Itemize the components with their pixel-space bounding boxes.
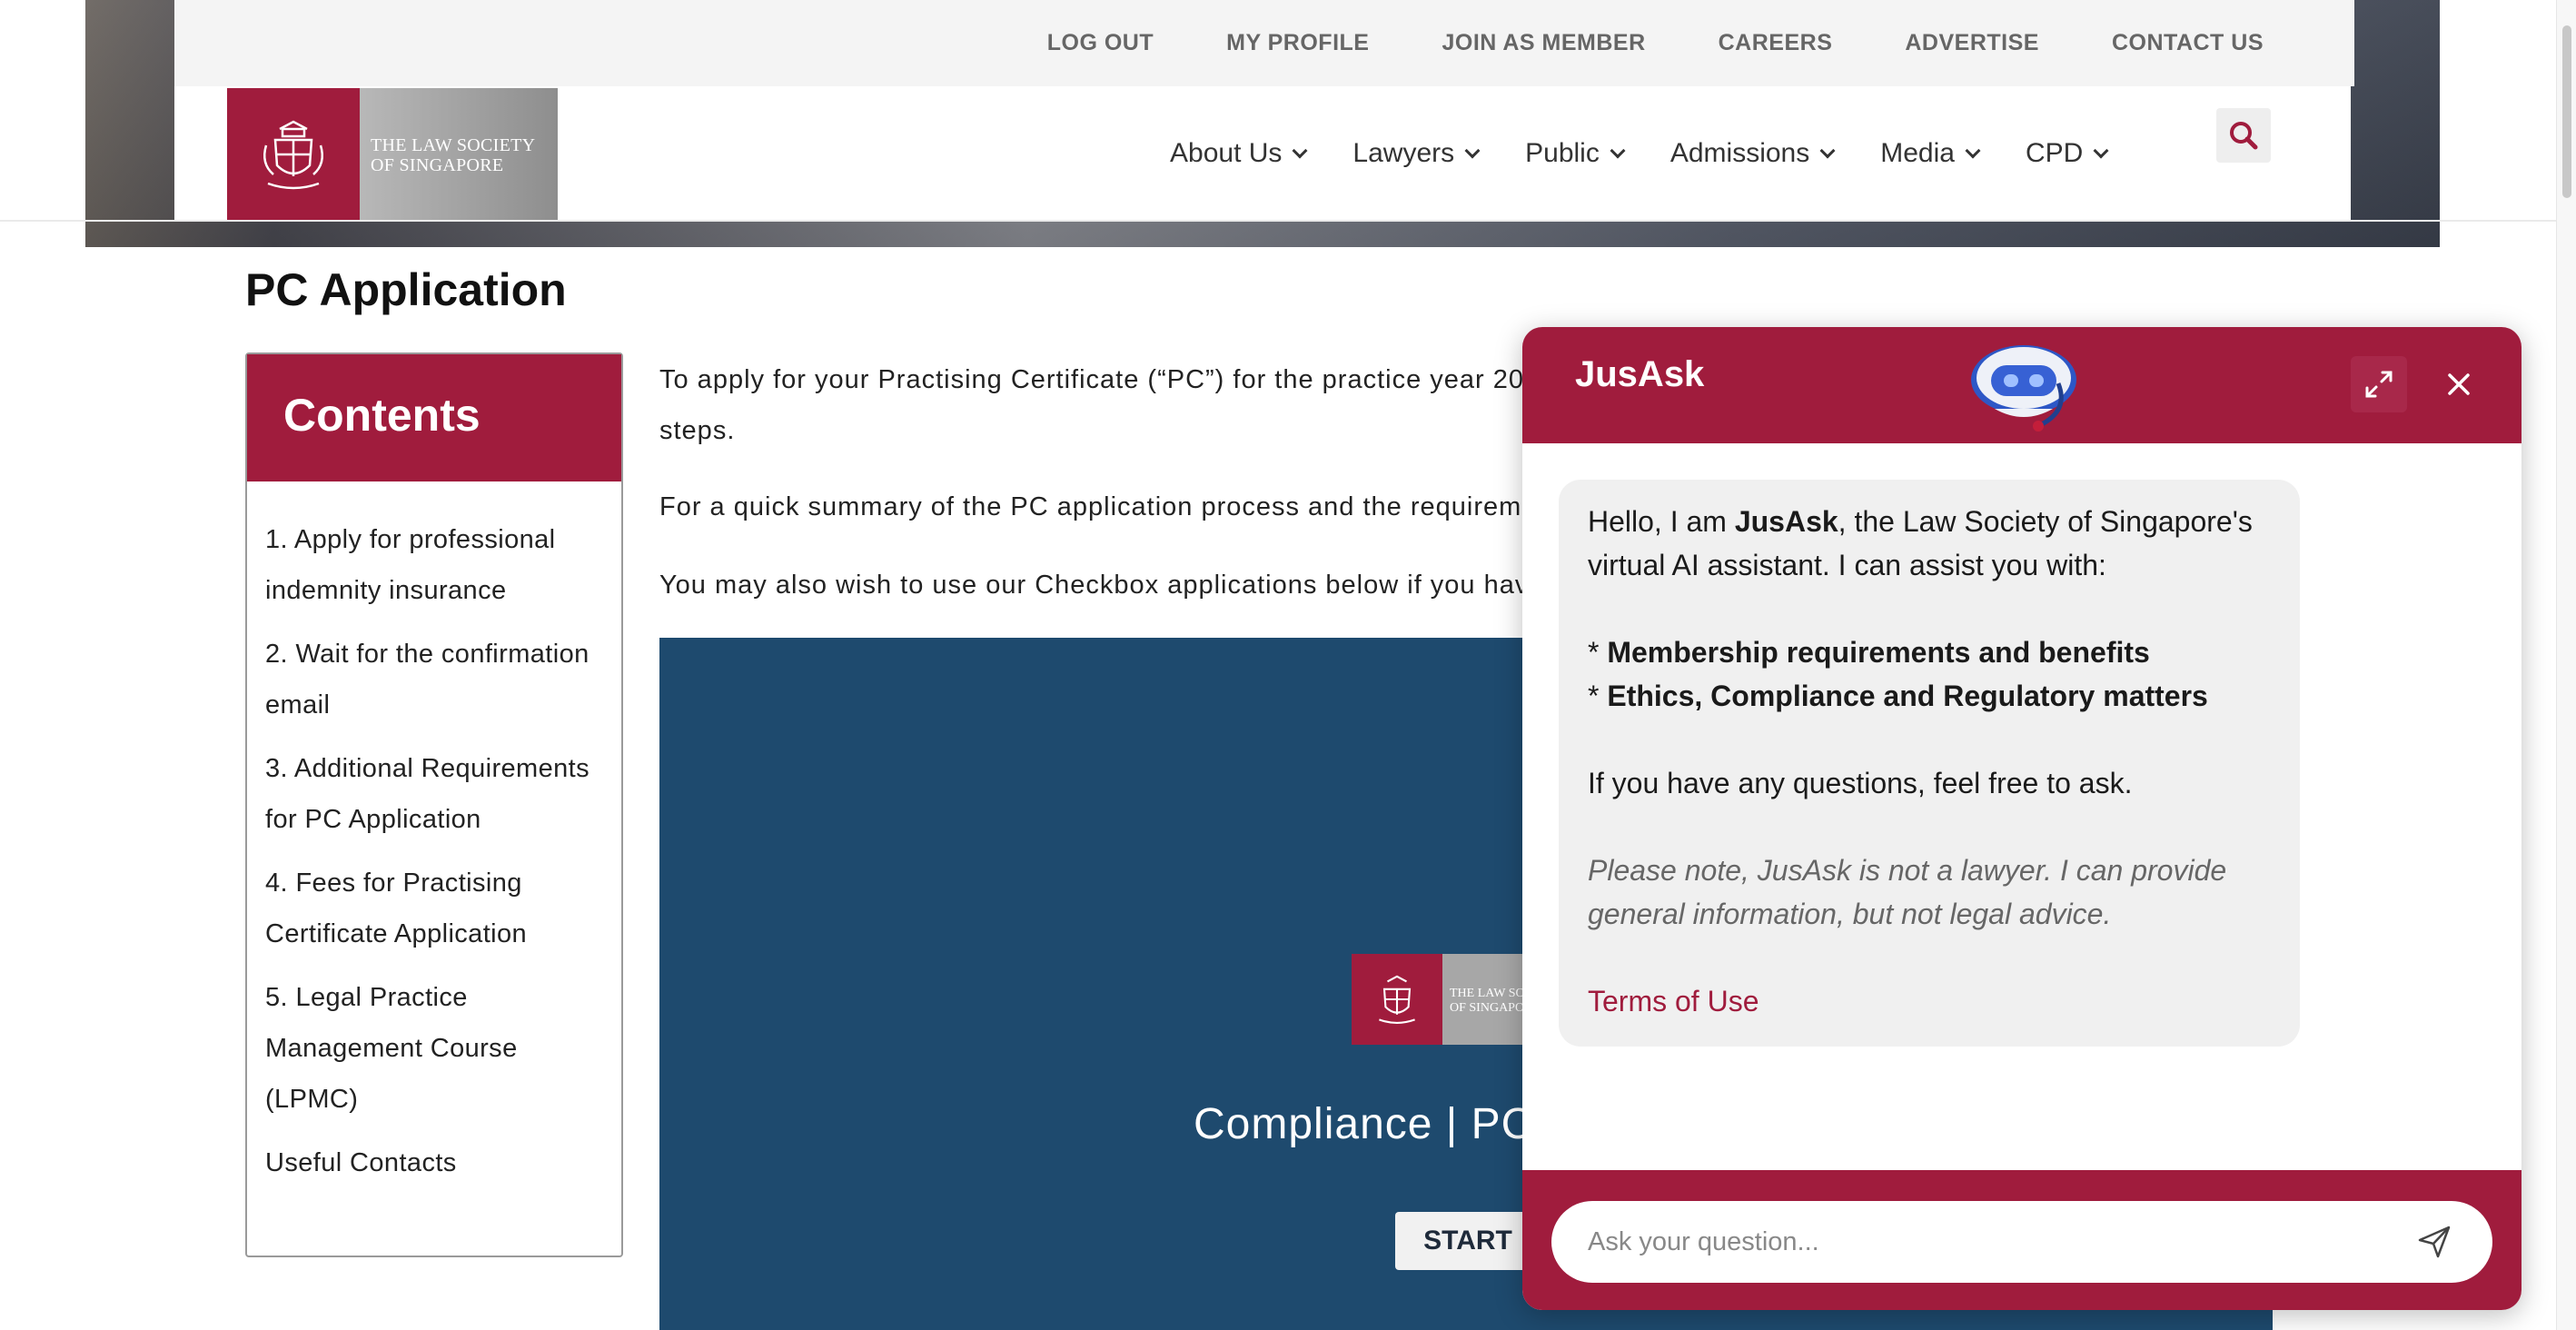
advertise-link[interactable]: ADVERTISE — [1905, 30, 2039, 56]
utility-nav: LOG OUT MY PROFILE JOIN AS MEMBER CAREER… — [174, 0, 2354, 86]
bullet-item: * Membership requirements and benefits — [1588, 636, 2150, 669]
chevron-down-icon — [1965, 143, 1981, 158]
nav-media[interactable]: Media — [1880, 137, 1981, 169]
bullet-ethics: Ethics, Compliance and Regulatory matter… — [1607, 680, 2208, 712]
ask-text: If you have any questions, feel free to … — [1588, 767, 2133, 799]
nav-public[interactable]: Public — [1525, 137, 1626, 169]
nav-about-us[interactable]: About Us — [1170, 137, 1308, 169]
nav-cpd[interactable]: CPD — [2025, 137, 2109, 169]
chat-title: JusAsk — [1575, 354, 1705, 394]
crest-icon — [1352, 954, 1442, 1045]
page-scrollbar[interactable] — [2556, 0, 2576, 1330]
chevron-down-icon — [1464, 143, 1481, 158]
chevron-down-icon — [1610, 143, 1626, 158]
main-nav: THE LAW SOCIETY OF SINGAPORE About Us La… — [174, 86, 2351, 220]
nav-label: Media — [1880, 137, 1955, 168]
panel-title: Compliance | PC — [1194, 1100, 1534, 1148]
terms-of-use-link[interactable]: Terms of Use — [1588, 979, 2271, 1023]
chat-input-bar — [1522, 1170, 2522, 1310]
expand-chat-button[interactable] — [2351, 356, 2407, 412]
logo-line-2: OF SINGAPORE — [371, 155, 504, 175]
my-profile-link[interactable]: MY PROFILE — [1226, 30, 1369, 56]
join-as-member-link[interactable]: JOIN AS MEMBER — [1442, 30, 1645, 56]
bullet-membership: Membership requirements and benefits — [1607, 636, 2150, 669]
contact-us-link[interactable]: CONTACT US — [2112, 30, 2264, 56]
chevron-down-icon — [1819, 143, 1836, 158]
search-button[interactable] — [2216, 108, 2271, 163]
nav-label: CPD — [2025, 137, 2084, 168]
log-out-link[interactable]: LOG OUT — [1047, 30, 1154, 56]
bullet-item: * Ethics, Compliance and Regulatory matt… — [1588, 680, 2208, 712]
header-divider — [0, 220, 2576, 222]
send-icon — [2418, 1226, 2451, 1258]
primary-menu: About Us Lawyers Public Admissions Media… — [1170, 86, 2109, 220]
contents-panel: Contents 1. Apply for professional indem… — [245, 352, 623, 1257]
chat-question-input[interactable] — [1588, 1226, 2413, 1257]
logo-wordmark: THE LAW SOCIETY OF SINGAPORE — [360, 88, 558, 220]
nav-label: Admissions — [1669, 137, 1810, 168]
contents-item-5[interactable]: 5. Legal Practice Management Course (LPM… — [265, 972, 603, 1125]
chat-messages: Hello, I am JusAsk, the Law Society of S… — [1522, 443, 2522, 1134]
contents-item-4[interactable]: 4. Fees for Practising Certificate Appli… — [265, 858, 603, 959]
careers-link[interactable]: CAREERS — [1719, 30, 1833, 56]
nav-admissions[interactable]: Admissions — [1669, 137, 1836, 169]
expand-icon — [2365, 371, 2393, 398]
nav-label: Public — [1525, 137, 1600, 168]
crest-icon — [227, 88, 360, 220]
robot-icon — [1971, 345, 2076, 432]
contents-item-useful-contacts[interactable]: Useful Contacts — [265, 1137, 603, 1188]
bot-message: Hello, I am JusAsk, the Law Society of S… — [1559, 480, 2300, 1047]
contents-list: 1. Apply for professional indemnity insu… — [247, 481, 621, 1188]
greeting-name: JusAsk — [1734, 505, 1838, 538]
contents-item-3[interactable]: 3. Additional Requirements for PC Applic… — [265, 743, 603, 845]
chat-header: JusAsk — [1522, 327, 2522, 443]
scrollbar-thumb[interactable] — [2562, 25, 2571, 198]
close-icon — [2448, 373, 2470, 395]
chevron-down-icon — [1292, 143, 1308, 158]
chevron-down-icon — [2093, 143, 2109, 158]
greeting-text: Hello, I am JusAsk, the Law Society of S… — [1588, 500, 2271, 587]
jusask-chat-widget: JusAsk Hello, I am JusAsk, the Law Socie… — [1522, 327, 2522, 1310]
start-button[interactable]: START — [1395, 1212, 1541, 1270]
logo-line-1: THE LAW SOCIETY — [371, 135, 536, 155]
nav-label: About Us — [1170, 137, 1283, 168]
site-logo[interactable]: THE LAW SOCIETY OF SINGAPORE — [227, 88, 558, 220]
disclaimer-text: Please note, JusAsk is not a lawyer. I c… — [1588, 854, 2227, 930]
contents-item-2[interactable]: 2. Wait for the confirmation email — [265, 629, 603, 730]
contents-item-1[interactable]: 1. Apply for professional indemnity insu… — [265, 514, 603, 616]
chat-input-wrapper — [1551, 1201, 2492, 1283]
close-chat-button[interactable] — [2431, 356, 2487, 412]
send-button[interactable] — [2413, 1220, 2456, 1264]
nav-lawyers[interactable]: Lawyers — [1352, 137, 1481, 169]
greeting-prefix: Hello, I am — [1588, 505, 1735, 538]
search-icon — [2230, 122, 2258, 150]
page-title: PC Application — [245, 264, 567, 315]
contents-heading: Contents — [247, 354, 621, 481]
nav-label: Lawyers — [1352, 137, 1455, 168]
